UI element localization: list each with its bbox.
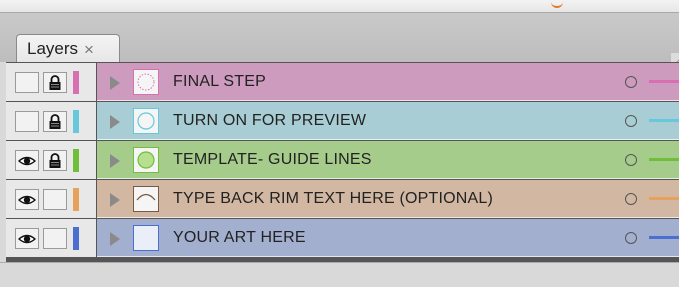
layer-controls [6, 102, 97, 140]
layer-body[interactable]: YOUR ART HERE [97, 219, 679, 257]
layer-body[interactable]: FINAL STEP [97, 63, 679, 101]
layer-row[interactable]: TURN ON FOR PREVIEW [6, 102, 679, 140]
visibility-toggle[interactable] [15, 228, 39, 249]
lock-icon [49, 152, 61, 168]
layer-name: TYPE BACK RIM TEXT HERE (OPTIONAL) [173, 190, 494, 207]
panel-footer [0, 262, 679, 287]
selection-indicator[interactable] [649, 197, 679, 200]
thumbnail-preview-icon [137, 112, 155, 130]
lock-icon [49, 74, 61, 90]
layer-thumbnail [133, 225, 159, 251]
visibility-toggle[interactable] [15, 72, 39, 93]
eye-icon [18, 156, 36, 165]
selection-indicator[interactable] [649, 119, 679, 122]
layer-body[interactable]: TEMPLATE- GUIDE LINES [97, 141, 679, 179]
selection-indicator[interactable] [649, 236, 679, 239]
layer-color-swatch [73, 71, 79, 94]
layer-controls [6, 141, 97, 179]
layer-controls [6, 219, 97, 257]
expand-triangle-icon[interactable] [110, 115, 120, 129]
layer-body[interactable]: TURN ON FOR PREVIEW [97, 102, 679, 140]
layer-thumbnail [133, 147, 159, 173]
visibility-toggle[interactable] [15, 150, 39, 171]
expand-triangle-icon[interactable] [110, 232, 120, 246]
layer-name: TEMPLATE- GUIDE LINES [173, 151, 372, 168]
lock-toggle[interactable] [43, 189, 67, 210]
target-circle-icon[interactable] [625, 154, 637, 166]
tab-layers-label: Layers [27, 39, 79, 58]
layer-row[interactable]: FINAL STEP [6, 63, 679, 101]
eye-icon [18, 234, 36, 243]
eye-icon [18, 195, 36, 204]
visibility-toggle[interactable] [15, 189, 39, 210]
target-circle-icon[interactable] [625, 232, 637, 244]
thumbnail-preview-icon [137, 151, 155, 169]
layer-controls [6, 63, 97, 101]
target-circle-icon[interactable] [625, 115, 637, 127]
layers-list: FINAL STEP TURN ON FOR PREVIEW TEMPLATE- G… [6, 62, 679, 262]
selection-indicator[interactable] [649, 80, 679, 83]
window-top-strip [0, 0, 679, 12]
layer-name: YOUR ART HERE [173, 229, 306, 246]
layer-thumbnail [133, 69, 159, 95]
layer-thumbnail [133, 108, 159, 134]
thumbnail-preview-icon [137, 73, 155, 91]
thumbnail-preview-icon [136, 193, 156, 201]
layer-color-swatch [73, 149, 79, 172]
tab-layers[interactable]: Layers × [16, 34, 120, 63]
thumbnail-preview-icon [134, 226, 158, 250]
lock-toggle[interactable] [43, 72, 67, 93]
expand-triangle-icon[interactable] [110, 76, 120, 90]
panel-tab-bar: Layers × [0, 12, 679, 75]
layer-row[interactable]: TYPE BACK RIM TEXT HERE (OPTIONAL) [6, 180, 679, 218]
layer-name: TURN ON FOR PREVIEW [173, 112, 367, 129]
layer-row[interactable]: TEMPLATE- GUIDE LINES [6, 141, 679, 179]
layer-thumbnail [133, 186, 159, 212]
lock-toggle[interactable] [43, 228, 67, 249]
layer-name: FINAL STEP [173, 73, 266, 90]
target-circle-icon[interactable] [625, 193, 637, 205]
layer-controls [6, 180, 97, 218]
layer-body[interactable]: TYPE BACK RIM TEXT HERE (OPTIONAL) [97, 180, 679, 218]
visibility-toggle[interactable] [15, 111, 39, 132]
layer-color-swatch [73, 188, 79, 211]
selection-indicator[interactable] [649, 158, 679, 161]
orange-mark [551, 0, 563, 8]
target-circle-icon[interactable] [625, 76, 637, 88]
close-icon[interactable]: × [84, 41, 94, 58]
layer-row[interactable]: YOUR ART HERE [6, 219, 679, 257]
layer-color-swatch [73, 110, 79, 133]
lock-toggle[interactable] [43, 150, 67, 171]
lock-toggle[interactable] [43, 111, 67, 132]
expand-triangle-icon[interactable] [110, 193, 120, 207]
lock-icon [49, 113, 61, 129]
layer-color-swatch [73, 227, 79, 250]
expand-triangle-icon[interactable] [110, 154, 120, 168]
